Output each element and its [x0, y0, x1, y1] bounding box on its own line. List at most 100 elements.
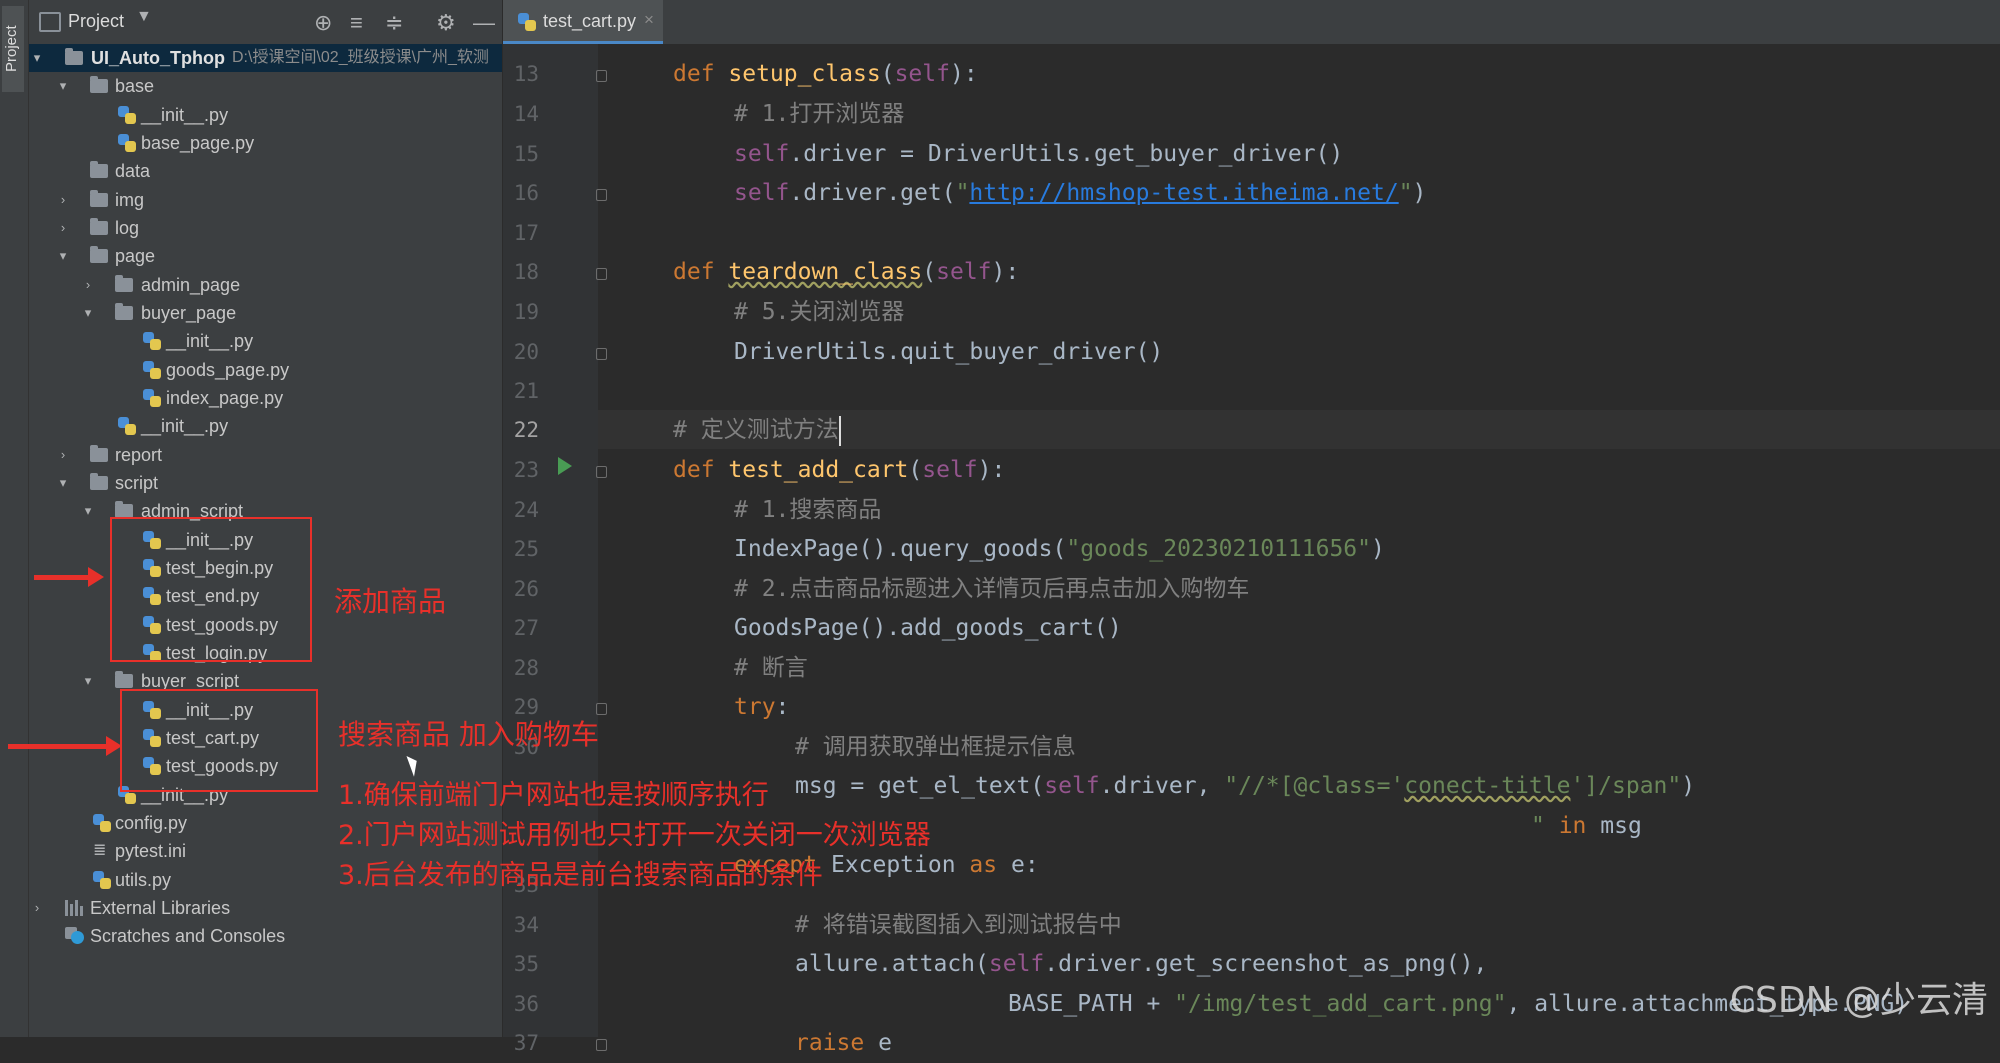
tree-item-label: report: [115, 445, 163, 465]
code-line: def test_add_cart(self):: [673, 457, 1006, 483]
chevron-down-icon[interactable]: ▾: [55, 72, 71, 100]
tree-item[interactable]: Scratches and Consoles: [29, 922, 502, 950]
line-number: 21: [513, 379, 539, 403]
project-tool-tab[interactable]: Project: [2, 6, 24, 92]
tree-item[interactable]: › log: [29, 214, 502, 242]
code-line: # 2.点击商品标题进入详情页后再点击加入购物车: [734, 576, 1250, 602]
code-line: # 将错误截图插入到测试报告中: [795, 912, 1122, 938]
fold-marker[interactable]: [593, 187, 607, 201]
tree-item-label: __init__.py: [141, 105, 229, 125]
tree-item[interactable]: ▾ page: [29, 242, 502, 270]
tree-item-label: page: [115, 246, 156, 266]
gear-icon[interactable]: ⚙: [436, 10, 456, 36]
code-line: IndexPage().query_goods("goods_202302101…: [734, 536, 1385, 562]
project-view-selector[interactable]: Project: [68, 11, 124, 32]
line-number: 23: [513, 458, 539, 482]
line-number: 25: [513, 537, 539, 561]
line-number: 24: [513, 498, 539, 522]
fold-marker[interactable]: [593, 346, 607, 360]
code-line: try:: [734, 694, 790, 720]
collapse-all-icon[interactable]: ≑: [385, 10, 403, 36]
code-line: msg = get_el_text(self.driver, "//*[@cla…: [795, 773, 1696, 799]
code-line: DriverUtils.quit_buyer_driver(): [734, 339, 1164, 365]
fold-marker[interactable]: [593, 68, 607, 82]
python-file-icon: [143, 332, 161, 350]
chevron-right-icon[interactable]: ›: [55, 441, 71, 469]
tree-item-label: data: [115, 161, 151, 181]
tree-item-label: base: [115, 76, 155, 96]
tree-item[interactable]: data: [29, 157, 502, 185]
tree-item[interactable]: goods_page.py: [29, 356, 502, 384]
code-line: # 定义测试方法: [673, 410, 841, 450]
code-line: # 5.关闭浏览器: [734, 299, 905, 325]
expand-all-icon[interactable]: ≡: [350, 10, 363, 36]
python-file-icon: [143, 361, 161, 379]
python-file-icon: [93, 814, 111, 832]
tree-item[interactable]: › admin_page: [29, 271, 502, 299]
chevron-down-icon[interactable]: ▾: [55, 242, 71, 270]
note-1: 1.确保前端门户网站也是按顺序执行: [338, 780, 769, 811]
tree-item[interactable]: › External Libraries: [29, 894, 502, 922]
tree-item[interactable]: ▾ base: [29, 72, 502, 100]
note-2: 2.门户网站测试用例也只打开一次关闭一次浏览器: [338, 820, 931, 851]
tree-item-label: utils.py: [115, 870, 172, 890]
line-number: 26: [513, 577, 539, 601]
line-number: 37: [513, 1031, 539, 1055]
code-line: def teardown_class(self):: [673, 259, 1020, 285]
tree-item[interactable]: base_page.py: [29, 129, 502, 157]
tree-item[interactable]: › img: [29, 186, 502, 214]
tree-item[interactable]: ▾ buyer_page: [29, 299, 502, 327]
chevron-down-icon[interactable]: ▾: [80, 667, 96, 695]
tab-test-cart[interactable]: test_cart.py ×: [503, 0, 663, 44]
fold-marker[interactable]: [593, 266, 607, 280]
code-line: GoodsPage().add_goods_cart(): [734, 615, 1122, 641]
folder-icon: [90, 473, 108, 490]
minimize-icon[interactable]: —: [473, 10, 495, 36]
folder-icon: [90, 445, 108, 462]
run-test-icon[interactable]: [558, 457, 572, 475]
tree-item-label: Scratches and Consoles: [90, 926, 286, 946]
folder-icon: [90, 190, 108, 207]
editor-tab-bar: test_cart.py ×: [503, 0, 2000, 45]
tree-item-label: script: [115, 473, 159, 493]
fold-marker[interactable]: [593, 1037, 607, 1051]
close-icon[interactable]: ×: [644, 10, 654, 30]
chevron-down-icon[interactable]: ▾: [80, 299, 96, 327]
locate-icon[interactable]: ⊕: [314, 10, 332, 36]
code-line: # 调用获取弹出框提示信息: [795, 734, 1076, 760]
fold-marker[interactable]: [593, 464, 607, 478]
tree-item-label: log: [115, 218, 140, 238]
tab-label: test_cart.py: [543, 11, 637, 31]
tree-item-label: admin_page: [141, 275, 241, 295]
tree-item-label: __init__.py: [166, 331, 254, 351]
chevron-right-icon[interactable]: ›: [80, 271, 96, 299]
tree-item[interactable]: index_page.py: [29, 384, 502, 412]
tree-item[interactable]: ▾ script: [29, 469, 502, 497]
tree-root[interactable]: ▾ UI_Auto_Tphop D:\授课空间\02_班级授课\广州_软测: [29, 44, 502, 72]
admin-note: 添加商品: [334, 585, 447, 618]
code-line: # 1.打开浏览器: [734, 101, 905, 127]
red-arrow-buyer: [8, 736, 122, 756]
chevron-right-icon[interactable]: ›: [55, 186, 71, 214]
tree-item[interactable]: › report: [29, 441, 502, 469]
project-panel-header: Project ▼ ⊕ ≡ ≑ ⚙ —: [29, 0, 502, 45]
tree-item[interactable]: __init__.py: [29, 412, 502, 440]
python-file-icon: [518, 13, 536, 31]
chevron-right-icon[interactable]: ›: [55, 214, 71, 242]
chevron-down-icon[interactable]: ▾: [29, 44, 45, 72]
project-tool-tab-label: Project: [3, 25, 20, 72]
code-line: raise e: [795, 1030, 892, 1056]
tree-item-label: img: [115, 190, 145, 210]
chevron-right-icon[interactable]: ›: [29, 894, 45, 922]
tree-item[interactable]: __init__.py: [29, 327, 502, 355]
chevron-down-icon[interactable]: ▼: [136, 8, 152, 26]
line-number: 13: [513, 62, 539, 86]
folder-icon: [115, 671, 133, 688]
chevron-down-icon[interactable]: ▾: [55, 469, 71, 497]
tree-item[interactable]: __init__.py: [29, 101, 502, 129]
code-line: allure.attach(self.driver.get_screenshot…: [795, 951, 1488, 977]
chevron-down-icon[interactable]: ▾: [80, 497, 96, 525]
line-number: 28: [513, 656, 539, 680]
tree-item-label: goods_page.py: [166, 360, 290, 380]
tree-item-label: External Libraries: [90, 898, 231, 918]
